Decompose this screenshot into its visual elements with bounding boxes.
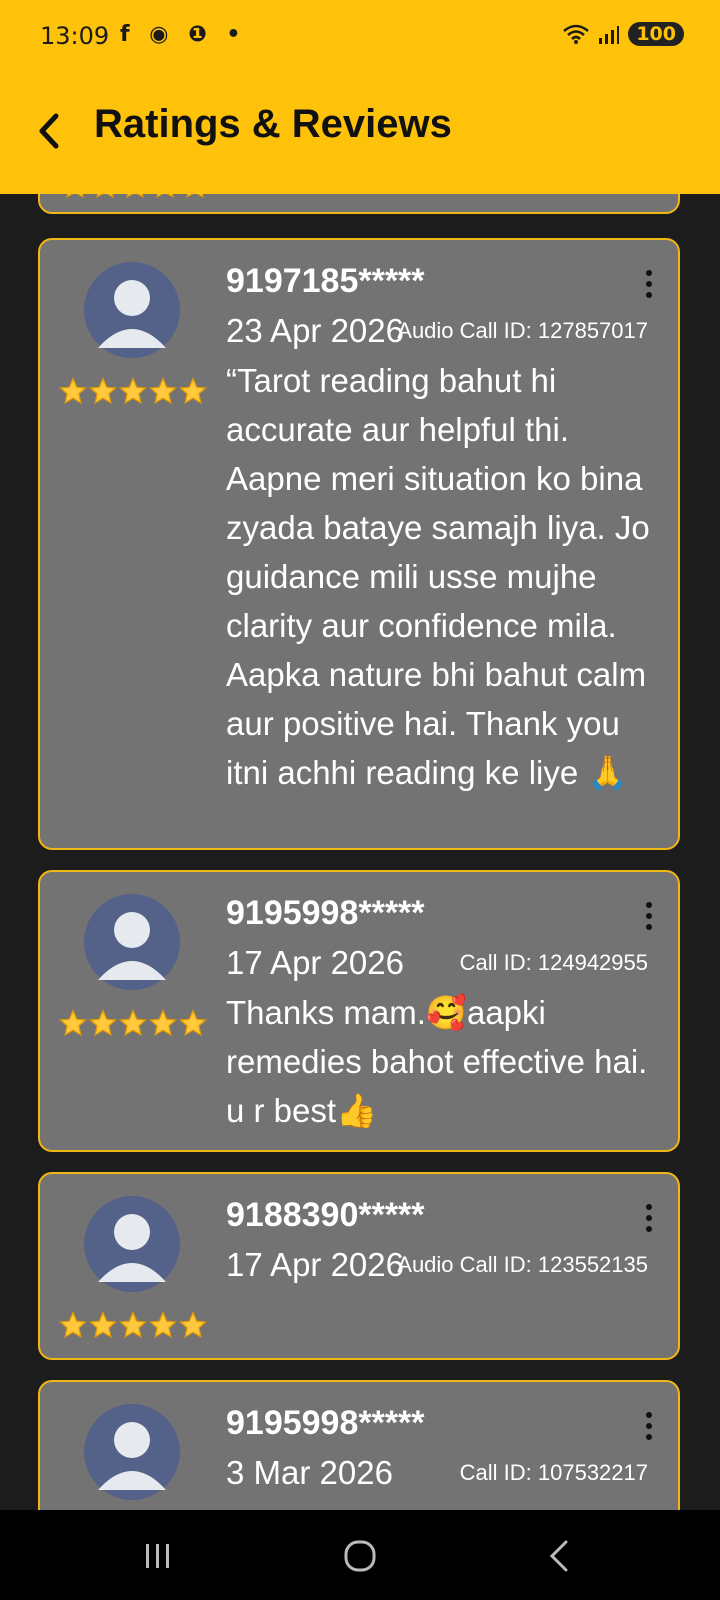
star-icon [178,1008,208,1037]
star-icon [148,1008,178,1037]
star-icon [126,194,144,199]
back-icon[interactable] [540,1538,580,1574]
star-icon [58,376,88,405]
reviewer-phone: 9195998***** [226,1404,425,1442]
battery-icon: 100 [628,22,684,46]
reviewer-phone: 9197185***** [226,262,425,300]
chevron-left-icon[interactable] [30,106,70,156]
more-vertical-icon[interactable] [642,1410,656,1442]
rating-stars [60,194,210,200]
reviewer-phone: 9195998***** [226,894,425,932]
system-nav-bar [0,1510,720,1600]
reviewer-phone: 9188390***** [226,1196,425,1234]
star-icon [118,1008,148,1037]
call-id: Audio Call ID: 127857017 [397,318,648,343]
call-id: Call ID: 107532217 [459,1460,648,1485]
star-icon [118,1310,148,1339]
star-icon [148,376,178,405]
star-icon [58,1310,88,1339]
star-icon [88,1310,118,1339]
call-id: Audio Call ID: 123552135 [397,1252,648,1277]
star-icon [156,194,174,199]
review-text: Thanks mam.🥰aapki remedies bahot effecti… [226,994,648,1129]
avatar-icon [84,894,180,990]
star-icon [186,194,204,199]
star-icon [118,376,148,405]
status-bar: 13:09 f ◉ ❶ • 100 [0,0,720,76]
review-date: 23 Apr 2026 [226,312,404,349]
rating-stars [58,376,208,406]
star-icon [88,376,118,405]
avatar-icon [84,1196,180,1292]
star-icon [88,1008,118,1037]
review-date: 17 Apr 2026 [226,1246,404,1283]
recent-apps-icon[interactable] [138,1538,178,1574]
status-right: 100 [562,22,684,46]
review-date: 3 Mar 2026 [226,1454,393,1491]
wifi-icon [563,24,590,44]
review-card: 9195998***** 3 Mar 2026 Call ID: 1075322… [38,1380,680,1510]
review-text: “Tarot reading bahut hi accurate aur hel… [226,362,650,791]
review-card-partial [38,194,680,214]
page-title: Ratings & Reviews [94,102,452,146]
more-vertical-icon[interactable] [642,1202,656,1234]
star-icon [178,1310,208,1339]
more-vertical-icon[interactable] [642,900,656,932]
call-id: Call ID: 124942955 [459,950,648,975]
reviews-list[interactable]: 9197185***** 23 Apr 2026 Audio Call ID: … [0,194,720,1510]
rating-stars [58,1310,208,1340]
status-time: 13:09 [40,22,110,50]
star-icon [178,376,208,405]
review-card: 9188390***** 17 Apr 2026 Audio Call ID: … [38,1172,680,1360]
avatar-icon [84,262,180,358]
home-icon[interactable] [340,1538,380,1574]
star-icon [148,1310,178,1339]
rating-stars [58,1008,208,1038]
notification-icons: f ◉ ❶ • [120,22,247,47]
star-icon [96,194,114,199]
star-icon [66,194,84,199]
review-card: 9197185***** 23 Apr 2026 Audio Call ID: … [38,238,680,850]
review-date: 17 Apr 2026 [226,944,404,981]
more-vertical-icon[interactable] [642,268,656,300]
app-bar: Ratings & Reviews [0,76,720,194]
avatar-icon [84,1404,180,1500]
star-icon [58,1008,88,1037]
review-card: 9195998***** 17 Apr 2026 Call ID: 124942… [38,870,680,1152]
signal-icon [599,26,620,44]
